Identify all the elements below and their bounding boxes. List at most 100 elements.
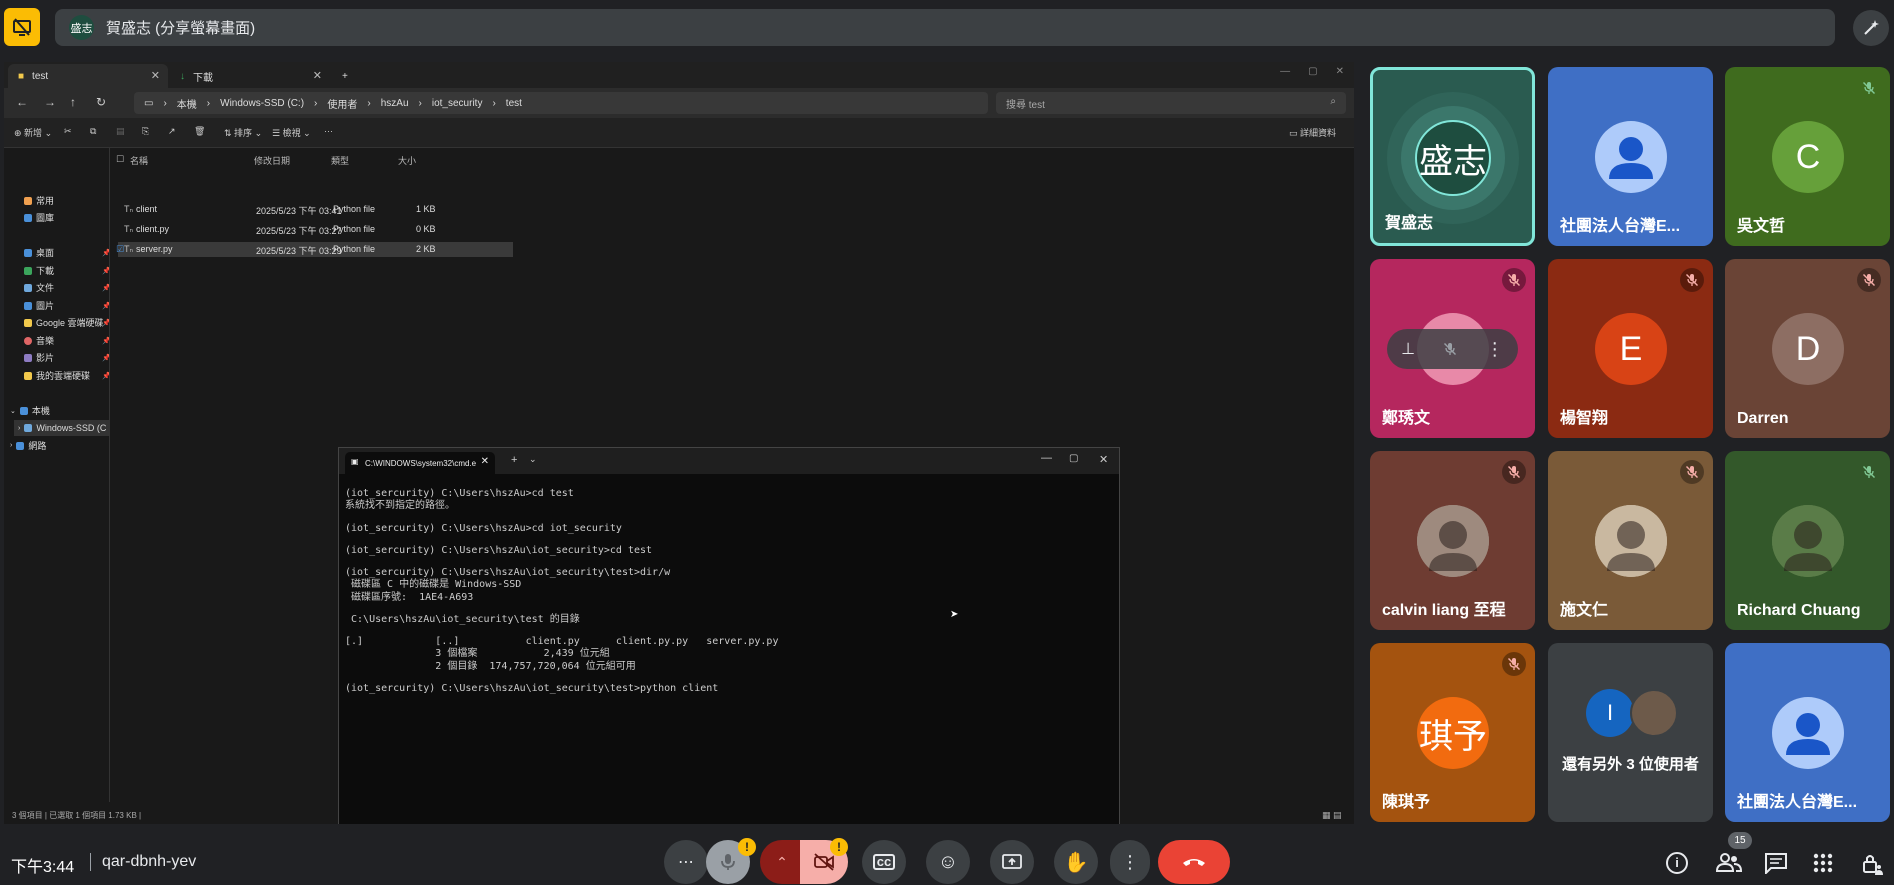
file-row[interactable]: Tₙ client.py 2025/5/23 下午 03:27 Python f… bbox=[118, 222, 513, 237]
cut-icon[interactable]: ✂ bbox=[64, 126, 72, 137]
participant-tile[interactable]: 鄭琇文 ⊥ ⋮ bbox=[1370, 259, 1535, 438]
sidebar-item-documents[interactable]: 文件 📌 bbox=[24, 281, 109, 294]
chat-button[interactable] bbox=[1764, 852, 1788, 874]
delete-icon[interactable]: 🗑 bbox=[194, 126, 205, 137]
minimize-icon[interactable]: — bbox=[1041, 452, 1052, 464]
minimize-icon[interactable]: — bbox=[1280, 66, 1290, 77]
rename-icon[interactable]: ⎘ bbox=[142, 126, 149, 137]
meeting-info-button[interactable]: i bbox=[1666, 852, 1688, 874]
view-button[interactable]: ☰ 檢視 ⌄ bbox=[272, 126, 311, 139]
breadcrumb-item[interactable]: 本機 bbox=[177, 96, 197, 111]
forward-arrow-icon[interactable]: → bbox=[44, 95, 56, 109]
mic-muted-icon bbox=[1857, 76, 1881, 100]
microphone-button[interactable]: ! bbox=[706, 838, 756, 884]
explorer-tab-downloads[interactable]: ↓ 下載 ✕ bbox=[170, 64, 330, 88]
sidebar-item-gallery[interactable]: 圖庫 bbox=[24, 211, 54, 224]
video-options-button[interactable]: ⌃ bbox=[760, 840, 804, 884]
leave-call-button[interactable] bbox=[1158, 840, 1230, 884]
participant-tile[interactable]: Richard Chuang bbox=[1725, 451, 1890, 630]
participant-tile[interactable]: 施文仁 bbox=[1548, 451, 1713, 630]
up-arrow-icon[interactable]: ↑ bbox=[70, 95, 76, 109]
sidebar-item-google-drive[interactable]: Google 雲端硬碟 📌 bbox=[24, 316, 109, 329]
more-participants-tile[interactable]: I 還有另外 3 位使用者 bbox=[1548, 643, 1713, 822]
close-icon[interactable]: ✕ bbox=[1099, 453, 1108, 466]
host-controls-button[interactable] bbox=[1860, 852, 1884, 876]
column-header-type[interactable]: 類型 bbox=[331, 154, 349, 167]
more-actions-button[interactable]: ⋮ bbox=[1110, 840, 1150, 884]
avatar: E bbox=[1595, 313, 1667, 385]
refresh-icon[interactable]: ↻ bbox=[96, 95, 106, 109]
cmd-tab[interactable]: ▣ C:\WINDOWS\system32\cmd.e ✕ bbox=[345, 452, 495, 474]
column-header-name[interactable]: 名稱 bbox=[130, 154, 148, 167]
breadcrumb-item[interactable]: hszAu bbox=[381, 98, 409, 109]
present-button[interactable] bbox=[990, 840, 1034, 884]
more-options-button[interactable]: ⋯ bbox=[664, 840, 708, 884]
lock-person-icon bbox=[1863, 855, 1883, 875]
explorer-search-input[interactable]: 搜尋 test ⌕ bbox=[996, 92, 1346, 114]
close-icon[interactable]: ✕ bbox=[1336, 66, 1344, 77]
sidebar-item-downloads[interactable]: 下載 📌 bbox=[24, 264, 109, 277]
checkbox-checked-icon[interactable]: ☑ bbox=[116, 244, 124, 255]
participant-tile[interactable]: calvin liang 至程 bbox=[1370, 451, 1535, 630]
column-header-size[interactable]: 大小 bbox=[398, 154, 416, 167]
explorer-tab-test[interactable]: ■ test ✕ bbox=[8, 64, 168, 88]
more-vertical-icon[interactable]: ⋮ bbox=[1486, 339, 1504, 360]
participant-tile[interactable]: 社團法人台灣E... bbox=[1548, 67, 1713, 246]
breadcrumb-item[interactable]: iot_security bbox=[432, 98, 483, 109]
sidebar-item-music[interactable]: 音樂 📌 bbox=[24, 334, 109, 347]
participant-tile[interactable]: D Darren bbox=[1725, 259, 1890, 438]
close-icon[interactable]: ✕ bbox=[313, 69, 322, 82]
sidebar-item-pictures[interactable]: 圖片 📌 bbox=[24, 299, 109, 312]
activities-button[interactable] bbox=[1812, 852, 1834, 874]
close-icon[interactable]: ✕ bbox=[481, 456, 489, 467]
sidebar-item-drive-c[interactable]: › Windows-SSD (C bbox=[14, 420, 109, 436]
select-all-checkbox[interactable]: ☐ bbox=[116, 154, 124, 165]
more-icon[interactable]: ··· bbox=[324, 126, 333, 136]
chevron-down-icon[interactable]: ⌄ bbox=[529, 454, 537, 465]
back-arrow-icon[interactable]: ← bbox=[16, 95, 28, 109]
participant-tile[interactable]: C 吳文哲 bbox=[1725, 67, 1890, 246]
participant-tile[interactable]: E 楊智翔 bbox=[1548, 259, 1713, 438]
paste-icon[interactable]: ▤ bbox=[116, 126, 125, 137]
stop-presenting-button[interactable] bbox=[4, 8, 40, 46]
raise-hand-button[interactable]: ✋ bbox=[1054, 840, 1098, 884]
participant-tile[interactable]: 社團法人台灣E... bbox=[1725, 643, 1890, 822]
sidebar-item-home[interactable]: 常用 bbox=[24, 194, 54, 207]
file-row-selected[interactable]: ☑ Tₙ server.py 2025/5/23 下午 03:29 Python… bbox=[116, 242, 513, 257]
view-toggle-icons[interactable]: ▦ ▤ bbox=[1322, 810, 1342, 821]
captions-button[interactable]: cc bbox=[862, 840, 906, 884]
column-header-date[interactable]: 修改日期 bbox=[254, 154, 290, 167]
pin-icon[interactable]: ⊥ bbox=[1401, 339, 1415, 359]
breadcrumb-item[interactable]: test bbox=[506, 98, 522, 109]
mic-muted-icon[interactable] bbox=[1443, 342, 1457, 356]
sort-button[interactable]: ⇅ 排序 ⌄ bbox=[224, 126, 262, 139]
camera-button[interactable]: ! bbox=[800, 838, 848, 884]
address-bar[interactable]: ▭ › 本機 › Windows-SSD (C:) › 使用者 › hszAu … bbox=[134, 92, 988, 114]
sidebar-item-videos[interactable]: 影片 📌 bbox=[24, 351, 109, 364]
details-button[interactable]: ▭ 詳細資料 bbox=[1289, 126, 1336, 139]
people-button[interactable] bbox=[1716, 852, 1742, 874]
breadcrumb-item[interactable]: Windows-SSD (C:) bbox=[220, 98, 304, 109]
effects-button[interactable] bbox=[1853, 10, 1889, 46]
emoji-button[interactable]: ☺ bbox=[926, 840, 970, 884]
participant-tile[interactable]: 琪予 陳琪予 bbox=[1370, 643, 1535, 822]
presentation-chip[interactable]: 盛志 賀盛志 (分享螢幕畫面) bbox=[55, 9, 1835, 46]
music-icon bbox=[24, 336, 32, 345]
new-button[interactable]: ⊕ 新增 ⌄ bbox=[14, 126, 52, 139]
cmd-output[interactable]: (iot_sercurity) C:\Users\hszAu>cd test 系統… bbox=[345, 488, 778, 695]
maximize-icon[interactable]: ▢ bbox=[1308, 66, 1317, 77]
share-icon[interactable]: ↗ bbox=[168, 126, 176, 137]
pin-icon: 📌 bbox=[102, 354, 110, 362]
plus-icon[interactable]: + bbox=[511, 454, 517, 466]
breadcrumb-item[interactable]: 使用者 bbox=[327, 96, 357, 111]
file-row[interactable]: Tₙ client 2025/5/23 下午 03:41 Python file… bbox=[118, 202, 513, 217]
maximize-icon[interactable]: ▢ bbox=[1069, 453, 1078, 464]
sidebar-item-my-drive[interactable]: 我的雲端硬碟 📌 bbox=[24, 369, 109, 382]
new-tab-button[interactable]: + bbox=[332, 64, 356, 88]
participant-tile[interactable]: 盛志 賀盛志 bbox=[1370, 67, 1535, 246]
copy-icon[interactable]: ⧉ bbox=[90, 126, 96, 137]
close-icon[interactable]: ✕ bbox=[151, 69, 160, 82]
sidebar-item-desktop[interactable]: 桌面 📌 bbox=[24, 246, 109, 259]
sidebar-item-this-pc[interactable]: ⌄ 本機 bbox=[10, 404, 50, 417]
sidebar-item-network[interactable]: › 網路 bbox=[10, 439, 46, 452]
